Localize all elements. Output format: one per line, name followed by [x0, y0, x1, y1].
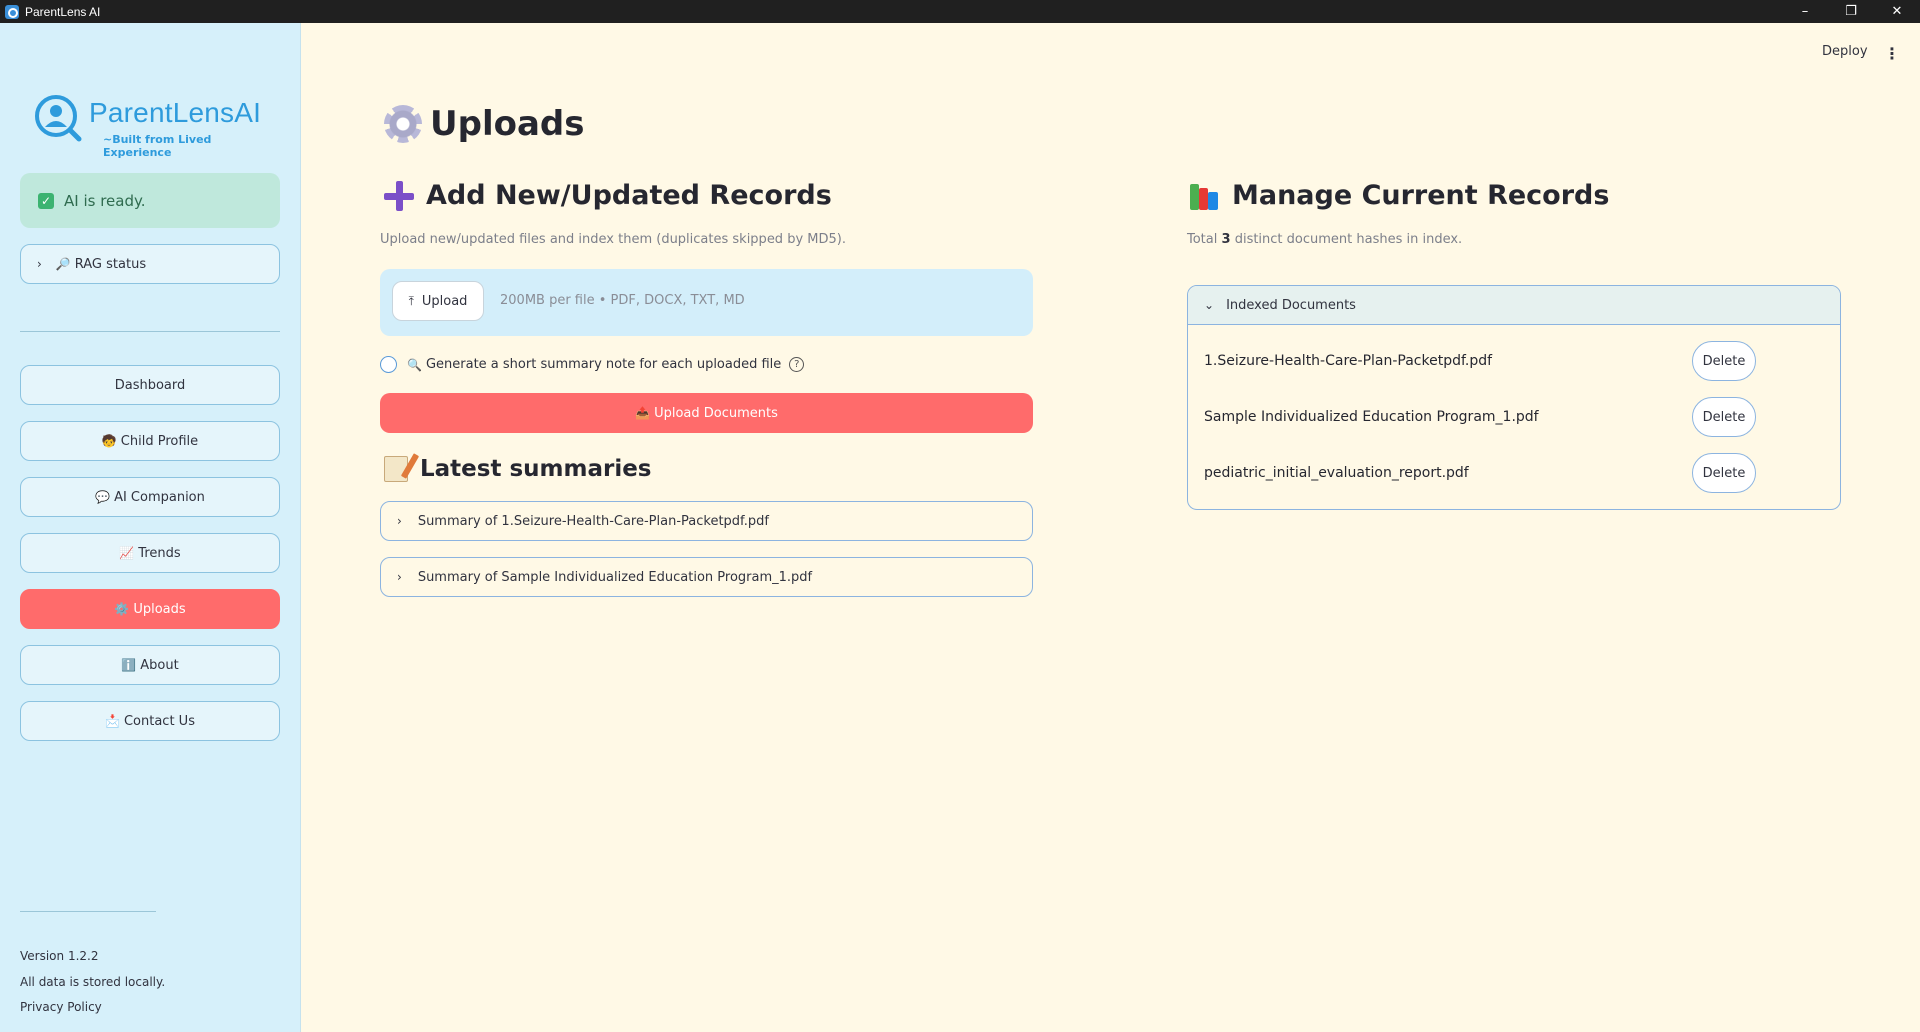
sidebar-item-label: Child Profile — [120, 433, 199, 449]
magnifier-icon: 🔎 — [55, 257, 71, 271]
help-icon[interactable]: ? — [789, 357, 805, 372]
page-title-text: Uploads — [430, 104, 585, 144]
summary-expander-label: Summary of 1.Seizure-Health-Care-Plan-Pa… — [417, 513, 769, 529]
ai-status-text: AI is ready. — [64, 191, 146, 210]
caption-suffix: distinct document hashes in index. — [1234, 232, 1463, 247]
app-icon — [5, 4, 19, 19]
logo-icon — [35, 95, 82, 142]
document-name: pediatric_initial_evaluation_report.pdf — [1204, 465, 1469, 481]
add-records-caption: Upload new/updated files and index them … — [380, 232, 846, 247]
latest-summaries-heading: Latest summaries — [384, 456, 652, 482]
summary-option-label: Generate a short summary note for each u… — [425, 357, 782, 372]
storage-note: All data is stored locally. — [20, 975, 166, 989]
add-records-heading: Add New/Updated Records — [384, 180, 832, 211]
sidebar-item-label: Uploads — [133, 601, 186, 617]
window-titlebar: ParentLens AI – ❐ ✕ — [0, 0, 1920, 23]
app-logo: ParentLensAI ~Built from Lived Experienc… — [33, 93, 273, 159]
upload-button[interactable]: ⤒ Upload — [392, 281, 484, 321]
indexed-documents-panel: ⌄ Indexed Documents 1.Seizure-Health-Car… — [1187, 285, 1841, 510]
info-icon: ℹ️ — [121, 658, 137, 672]
sidebar-item-trends[interactable]: 📈 Trends — [20, 533, 280, 573]
window-title: ParentLens AI — [25, 4, 101, 19]
sidebar-item-dashboard[interactable]: Dashboard — [20, 365, 280, 405]
chevron-right-icon: › — [397, 514, 402, 528]
add-records-title: Add New/Updated Records — [426, 180, 832, 211]
books-icon — [1190, 182, 1220, 210]
gear-icon: ⚙️ — [114, 602, 130, 616]
summary-expander[interactable]: › Summary of 1.Seizure-Health-Care-Plan-… — [380, 501, 1033, 541]
inbox-icon: 📩 — [105, 714, 120, 728]
rag-status-expander[interactable]: › 🔎 RAG status — [20, 244, 280, 284]
document-name: Sample Individualized Education Program_… — [1204, 409, 1539, 425]
sidebar-item-label: About — [140, 657, 179, 673]
indexed-documents-header[interactable]: ⌄ Indexed Documents — [1188, 286, 1840, 325]
sidebar-item-label: Contact Us — [123, 713, 195, 729]
window-controls: – ❐ ✕ — [1782, 0, 1920, 23]
minimize-button[interactable]: – — [1782, 0, 1828, 23]
file-dropzone[interactable]: ⤒ Upload 200MB per file • PDF, DOCX, TXT… — [380, 269, 1033, 336]
chevron-right-icon: › — [37, 257, 42, 271]
rag-status-label: RAG status — [74, 256, 147, 272]
chevron-right-icon: › — [397, 570, 402, 584]
upload-icon: ⤒ — [408, 293, 414, 308]
sidebar-footer-divider — [20, 911, 156, 912]
document-count: 3 — [1221, 232, 1231, 247]
document-name: 1.Seizure-Health-Care-Plan-Packetpdf.pdf — [1204, 353, 1493, 369]
summary-expander-label: Summary of Sample Individualized Educati… — [417, 569, 813, 585]
document-row: 1.Seizure-Health-Care-Plan-Packetpdf.pdf… — [1204, 341, 1826, 381]
delete-button[interactable]: Delete — [1692, 453, 1756, 493]
restore-button[interactable]: ❐ — [1828, 0, 1874, 23]
more-menu-icon[interactable]: ⋮ — [1884, 44, 1900, 63]
close-button[interactable]: ✕ — [1874, 0, 1920, 23]
delete-button[interactable]: Delete — [1692, 397, 1756, 437]
sidebar-item-ai-companion[interactable]: 💬 AI Companion — [20, 477, 280, 517]
delete-button[interactable]: Delete — [1692, 341, 1756, 381]
sidebar-item-label: Dashboard — [114, 377, 186, 393]
sidebar-item-about[interactable]: ℹ️ About — [20, 645, 280, 685]
summary-option-toggle[interactable] — [380, 356, 397, 373]
check-icon: ✓ — [38, 192, 54, 209]
sidebar-item-uploads[interactable]: ⚙️ Uploads — [20, 589, 280, 629]
sidebar-item-label: AI Companion — [114, 489, 205, 505]
logo-tagline: ~Built from Lived Experience — [103, 133, 212, 159]
sidebar-item-contact-us[interactable]: 📩 Contact Us — [20, 701, 280, 741]
deploy-button[interactable]: Deploy — [1822, 44, 1868, 59]
caption-prefix: Total — [1187, 232, 1218, 247]
upload-documents-label: Upload Documents — [654, 405, 778, 421]
chart-icon: 📈 — [119, 546, 135, 560]
document-row: pediatric_initial_evaluation_report.pdf … — [1204, 453, 1826, 493]
child-icon: 🧒 — [101, 434, 117, 448]
indexed-documents-title: Indexed Documents — [1226, 297, 1356, 313]
plus-icon — [384, 180, 414, 211]
memo-icon — [384, 456, 408, 482]
search-icon: 🔍 — [407, 357, 422, 372]
sidebar-divider — [20, 331, 280, 332]
dropzone-hint: 200MB per file • PDF, DOCX, TXT, MD — [500, 293, 745, 308]
latest-summaries-title: Latest summaries — [420, 456, 652, 482]
gear-icon — [384, 105, 422, 143]
speech-bubble-icon: 💬 — [95, 490, 111, 504]
page-title: Uploads — [384, 104, 584, 144]
document-row: Sample Individualized Education Program_… — [1204, 397, 1826, 437]
ai-status-box: ✓ AI is ready. — [20, 173, 280, 228]
sidebar: ParentLensAI ~Built from Lived Experienc… — [0, 23, 301, 1032]
outbox-icon: 📤 — [635, 406, 651, 420]
version-text: Version 1.2.2 — [20, 949, 99, 963]
summary-expander[interactable]: › Summary of Sample Individualized Educa… — [380, 557, 1033, 597]
upload-documents-button[interactable]: 📤 Upload Documents — [380, 393, 1033, 433]
privacy-policy-link[interactable]: Privacy Policy — [20, 1000, 102, 1014]
manage-records-caption: Total 3 distinct document hashes in inde… — [1187, 232, 1462, 247]
upload-button-label: Upload — [421, 293, 468, 309]
summary-option-row: 🔍 Generate a short summary note for each… — [380, 356, 805, 373]
manage-records-heading: Manage Current Records — [1190, 180, 1609, 211]
sidebar-item-child-profile[interactable]: 🧒 Child Profile — [20, 421, 280, 461]
sidebar-item-label: Trends — [138, 545, 181, 561]
manage-records-title: Manage Current Records — [1232, 180, 1610, 211]
chevron-down-icon: ⌄ — [1204, 298, 1215, 312]
logo-name: ParentLensAI — [89, 97, 262, 128]
